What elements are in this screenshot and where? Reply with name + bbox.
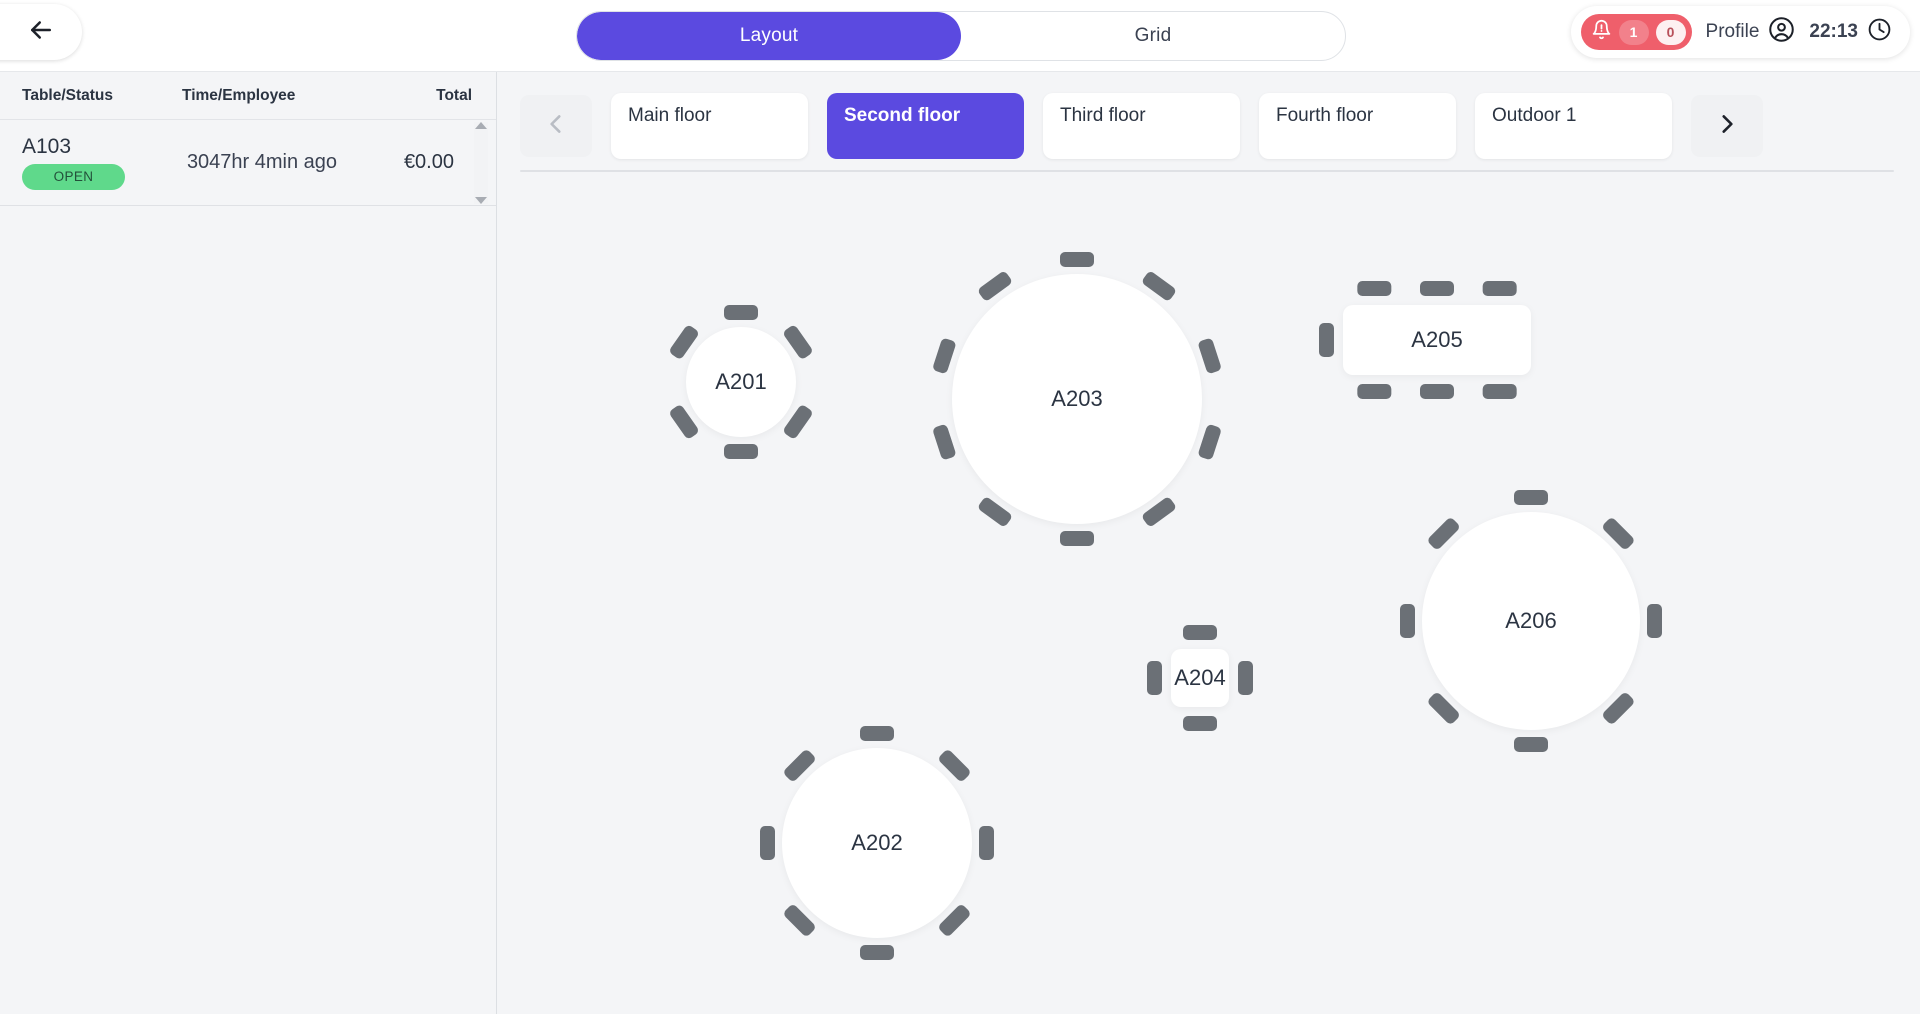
order-table-cell: A103 OPEN bbox=[22, 135, 182, 190]
table-label: A201 bbox=[715, 369, 767, 394]
floor-tabs-next-button[interactable] bbox=[1691, 95, 1763, 157]
order-total-cell: €0.00 bbox=[403, 150, 454, 173]
floor-tab-outdoor-1[interactable]: Outdoor 1 bbox=[1475, 93, 1672, 159]
table-label: A206 bbox=[1505, 608, 1557, 633]
order-table-name: A103 bbox=[22, 134, 72, 158]
table-label: A205 bbox=[1411, 327, 1463, 352]
tab-layout[interactable]: Layout bbox=[577, 12, 961, 60]
bell-alert-icon bbox=[1591, 19, 1612, 45]
table-chair bbox=[1514, 737, 1548, 752]
table-chair bbox=[1319, 323, 1334, 357]
table-chair bbox=[1060, 252, 1094, 267]
table-chair bbox=[1357, 384, 1392, 399]
back-button[interactable] bbox=[0, 4, 82, 60]
notification-count-primary: 1 bbox=[1618, 19, 1649, 45]
orders-list: A103 OPEN 3047hr 4min ago €0.00 bbox=[0, 120, 496, 206]
table-chair bbox=[1183, 625, 1217, 640]
table-chair bbox=[860, 726, 894, 741]
clock-icon bbox=[1867, 17, 1892, 47]
profile-button[interactable]: Profile bbox=[1706, 16, 1796, 48]
table-chair bbox=[724, 444, 758, 459]
table-label: A203 bbox=[1051, 386, 1103, 411]
table-chair bbox=[979, 826, 994, 860]
notification-count-secondary: 0 bbox=[1655, 19, 1686, 45]
table-label: A204 bbox=[1174, 665, 1226, 690]
table-chair bbox=[1482, 281, 1517, 296]
table-chair bbox=[1183, 716, 1217, 731]
table-chair bbox=[1357, 281, 1392, 296]
table-chair bbox=[860, 945, 894, 960]
orders-list-scrollbar[interactable] bbox=[474, 122, 488, 204]
table-chair bbox=[1400, 604, 1415, 638]
user-circle-icon bbox=[1768, 16, 1795, 48]
table-chair bbox=[1197, 423, 1223, 461]
orders-sidebar: Table/Status Time/Employee Total A103 OP… bbox=[0, 72, 497, 1014]
clock-display: 22:13 bbox=[1809, 17, 1892, 47]
table-surface[interactable]: A203 bbox=[952, 274, 1202, 524]
chevron-left-icon bbox=[543, 111, 569, 142]
table-label: A202 bbox=[851, 830, 903, 855]
floor-tab-third-floor[interactable]: Third floor bbox=[1043, 93, 1240, 159]
floor-tabs-bar: Main floor Second floor Third floor Four… bbox=[498, 72, 1920, 164]
column-header-total: Total bbox=[436, 86, 472, 104]
arrow-left-icon bbox=[26, 15, 56, 50]
table-chair bbox=[1060, 531, 1094, 546]
table-chair bbox=[1147, 661, 1162, 695]
table-surface[interactable]: A202 bbox=[782, 748, 972, 938]
main-panel: Main floor Second floor Third floor Four… bbox=[498, 72, 1920, 1014]
table-chair bbox=[931, 337, 957, 375]
floor-tab-fourth-floor[interactable]: Fourth floor bbox=[1259, 93, 1456, 159]
current-time: 22:13 bbox=[1809, 21, 1858, 42]
table-chair bbox=[1514, 490, 1548, 505]
order-time-cell: 3047hr 4min ago bbox=[186, 150, 338, 173]
tab-grid[interactable]: Grid bbox=[961, 12, 1345, 60]
table-chair bbox=[1238, 661, 1253, 695]
scroll-down-arrow-icon[interactable] bbox=[475, 197, 487, 204]
table-chair bbox=[1197, 337, 1223, 375]
status-badge: OPEN bbox=[22, 163, 125, 190]
floor-tab-main-floor[interactable]: Main floor bbox=[611, 93, 808, 159]
chevron-right-icon bbox=[1714, 111, 1740, 142]
table-chair bbox=[1482, 384, 1517, 399]
table-row[interactable]: A103 OPEN 3047hr 4min ago €0.00 bbox=[0, 120, 496, 204]
table-surface[interactable]: A206 bbox=[1422, 512, 1640, 730]
scroll-up-arrow-icon[interactable] bbox=[475, 122, 487, 129]
table-chair bbox=[1647, 604, 1662, 638]
table-chair bbox=[760, 826, 775, 860]
floor-tabs-prev-button[interactable] bbox=[520, 95, 592, 157]
profile-label: Profile bbox=[1705, 21, 1760, 42]
table-chair bbox=[1420, 281, 1454, 296]
column-header-table-status: Table/Status bbox=[22, 86, 114, 104]
column-header-time-employee: Time/Employee bbox=[182, 86, 296, 104]
table-chair bbox=[931, 423, 957, 461]
topbar-right-cluster: 1 0 Profile 22:13 bbox=[1570, 6, 1910, 58]
table-chair bbox=[1420, 384, 1454, 399]
table-surface[interactable]: A205 bbox=[1343, 305, 1531, 375]
orders-table-header: Table/Status Time/Employee Total bbox=[0, 72, 496, 120]
top-bar: Layout Grid 1 0 Profile 22:13 bbox=[0, 0, 1920, 72]
notifications-button[interactable]: 1 0 bbox=[1580, 14, 1692, 50]
table-chair bbox=[724, 305, 758, 320]
table-surface[interactable]: A201 bbox=[686, 327, 796, 437]
floor-tab-second-floor[interactable]: Second floor bbox=[827, 93, 1024, 159]
floorplan-canvas[interactable]: A201 A203 A205 A206 A204 A202 bbox=[498, 172, 1920, 1012]
table-surface[interactable]: A204 bbox=[1171, 649, 1229, 707]
view-mode-toggle[interactable]: Layout Grid bbox=[576, 11, 1346, 61]
